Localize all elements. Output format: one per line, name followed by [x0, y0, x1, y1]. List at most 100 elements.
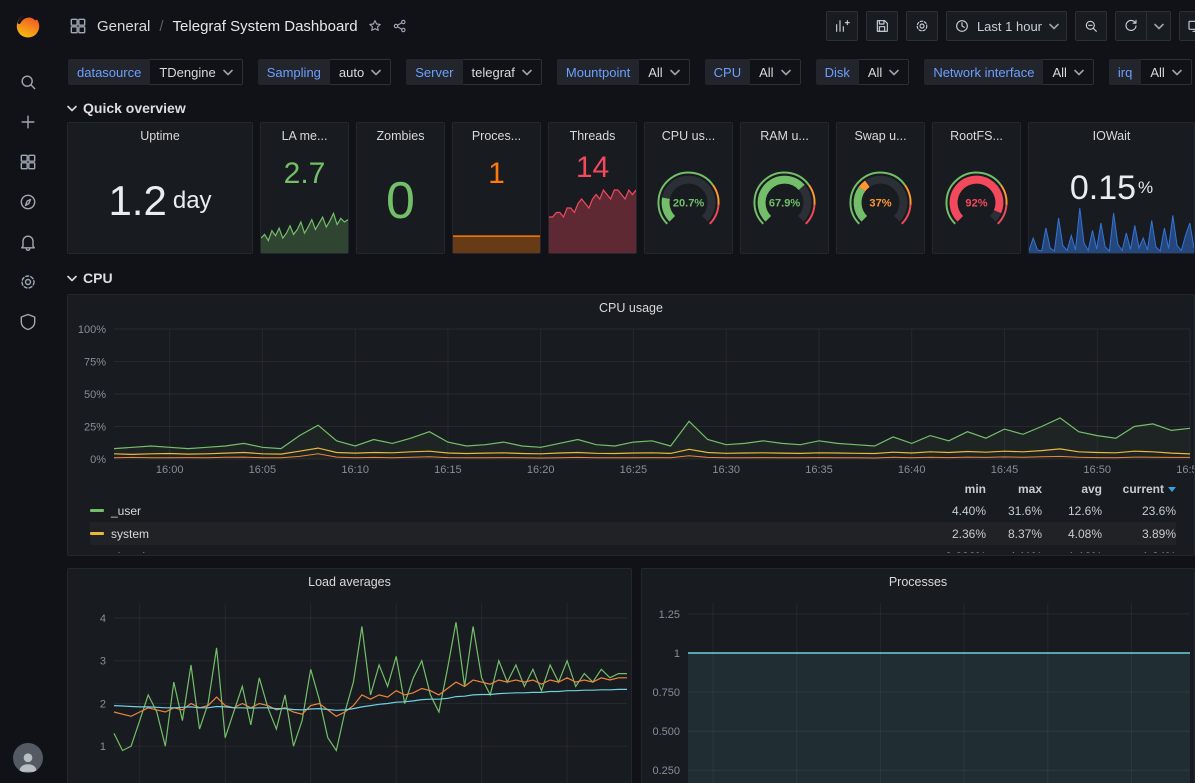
- variable-value: All: [1150, 65, 1164, 80]
- variable-value-dropdown[interactable]: All: [859, 59, 909, 85]
- dashboards-icon[interactable]: [8, 142, 48, 182]
- stat-body: 0: [357, 149, 444, 253]
- svg-text:16:10: 16:10: [341, 464, 369, 476]
- panel-title[interactable]: Uptime: [68, 123, 252, 149]
- variable-network-interface: Network interface All: [924, 59, 1094, 85]
- panel-uptime: Uptime 1.2day: [67, 122, 253, 254]
- dashboard-content: Quick overview Uptime 1.2day LA me... 2.…: [55, 94, 1195, 783]
- header-toolbar: Last 1 hour: [826, 11, 1195, 41]
- refresh-button[interactable]: [1115, 11, 1147, 41]
- processes-chart[interactable]: 0.2500.5000.75011.25: [642, 595, 1194, 783]
- variable-value-dropdown[interactable]: auto: [330, 59, 391, 85]
- add-panel-button[interactable]: [826, 11, 858, 41]
- section-quick-overview[interactable]: Quick overview: [67, 94, 1195, 122]
- refresh-interval-dropdown[interactable]: [1147, 11, 1171, 41]
- chevron-down-icon: [67, 105, 77, 112]
- processes-value: 1: [453, 157, 540, 191]
- legend-sort-avg[interactable]: avg: [1042, 482, 1102, 496]
- legend-row-iowait: _iowait 0.626% 4.11% 1.10% 1.24%: [90, 545, 1176, 553]
- series-toggle[interactable]: _user: [90, 504, 922, 518]
- chevron-down-icon: [1172, 69, 1182, 76]
- grafana-logo-icon[interactable]: [13, 10, 43, 40]
- variable-label[interactable]: irq: [1109, 59, 1141, 85]
- la-value: 2.7: [261, 157, 348, 191]
- cpu-legend: min max avg current _user 4.40% 31.6% 12…: [68, 477, 1194, 553]
- variable-value-dropdown[interactable]: All: [639, 59, 689, 85]
- variable-label[interactable]: datasource: [68, 59, 150, 85]
- svg-text:16:55: 16:55: [1176, 464, 1194, 476]
- panel-title[interactable]: Processes: [642, 569, 1194, 595]
- variable-datasource: datasource TDengine: [68, 59, 243, 85]
- variable-label[interactable]: Server: [406, 59, 462, 85]
- panel-iowait: IOWait 0.15%: [1028, 122, 1195, 254]
- variable-label[interactable]: Disk: [816, 59, 859, 85]
- time-range-picker[interactable]: Last 1 hour: [946, 11, 1067, 41]
- variable-label[interactable]: CPU: [705, 59, 750, 85]
- legend-sort-min[interactable]: min: [922, 482, 986, 496]
- variable-value: All: [868, 65, 882, 80]
- svg-text:2: 2: [100, 699, 106, 711]
- variable-label[interactable]: Mountpoint: [557, 59, 639, 85]
- svg-text:20.7%: 20.7%: [673, 198, 705, 210]
- panel-title[interactable]: IOWait: [1029, 123, 1194, 149]
- explore-compass-icon[interactable]: [8, 182, 48, 222]
- iowait-value: 0.15%: [1029, 149, 1194, 253]
- series-toggle[interactable]: system: [90, 527, 922, 541]
- panel-title[interactable]: Zombies: [357, 123, 444, 149]
- save-dashboard-button[interactable]: [866, 11, 898, 41]
- variable-value-dropdown[interactable]: TDengine: [150, 59, 242, 85]
- legend-sort-current[interactable]: current: [1102, 482, 1176, 496]
- variable-value-dropdown[interactable]: All: [750, 59, 800, 85]
- chevron-down-icon: [781, 69, 791, 76]
- stat-body: 1: [453, 149, 540, 253]
- panel-rootfs-gauge: RootFS... 92%: [932, 122, 1021, 254]
- configuration-gear-icon[interactable]: [8, 262, 48, 302]
- series-color-swatch: [90, 532, 104, 535]
- panel-title[interactable]: CPU usage: [68, 295, 1194, 321]
- series-toggle[interactable]: _iowait: [90, 550, 922, 554]
- section-cpu[interactable]: CPU: [67, 264, 1195, 292]
- panel-title[interactable]: RAM u...: [741, 123, 828, 149]
- cpu-usage-chart[interactable]: 0%25%50%75%100%16:0016:0516:1016:1516:20…: [68, 321, 1194, 477]
- time-range-label: Last 1 hour: [977, 19, 1042, 34]
- search-icon[interactable]: [8, 62, 48, 102]
- rootfs-gauge: 92%: [933, 149, 1020, 253]
- chevron-down-icon: [1154, 23, 1164, 30]
- legend-sort-max[interactable]: max: [986, 482, 1042, 496]
- variable-value-dropdown[interactable]: All: [1141, 59, 1191, 85]
- cycle-view-button[interactable]: [1179, 11, 1195, 41]
- stat-body: 1.2day: [68, 149, 252, 253]
- panel-title[interactable]: RootFS...: [933, 123, 1020, 149]
- alerting-bell-icon[interactable]: [8, 222, 48, 262]
- zoom-out-button[interactable]: [1075, 11, 1107, 41]
- svg-text:16:05: 16:05: [249, 464, 277, 476]
- stat-body: 14: [549, 149, 636, 253]
- star-icon[interactable]: [367, 18, 383, 34]
- svg-text:1.25: 1.25: [659, 609, 680, 621]
- monitor-icon: [1187, 18, 1195, 34]
- share-icon[interactable]: [392, 18, 408, 34]
- variable-label[interactable]: Sampling: [258, 59, 330, 85]
- breadcrumb-dashboard-title[interactable]: Telegraf System Dashboard: [173, 18, 358, 35]
- sidebar: [0, 0, 55, 783]
- variable-label[interactable]: Network interface: [924, 59, 1043, 85]
- dashboard-settings-button[interactable]: [906, 11, 938, 41]
- user-avatar[interactable]: [13, 743, 43, 773]
- variable-value-dropdown[interactable]: All: [1043, 59, 1093, 85]
- panel-title[interactable]: Load averages: [68, 569, 631, 595]
- load-averages-chart[interactable]: 0123416:0016:1016:2016:3016:4016:50: [68, 595, 631, 783]
- variable-disk: Disk All: [816, 59, 910, 85]
- uptime-value: 1.2day: [68, 149, 252, 253]
- ram-gauge: 67.9%: [741, 149, 828, 253]
- panel-title[interactable]: LA me...: [261, 123, 348, 149]
- panel-title[interactable]: Swap u...: [837, 123, 924, 149]
- create-plus-icon[interactable]: [8, 102, 48, 142]
- panel-title[interactable]: Proces...: [453, 123, 540, 149]
- variable-value-dropdown[interactable]: telegraf: [463, 59, 542, 85]
- panel-title[interactable]: Threads: [549, 123, 636, 149]
- add-panel-icon: [834, 18, 850, 34]
- breadcrumb-folder[interactable]: General: [97, 18, 150, 35]
- admin-shield-icon[interactable]: [8, 302, 48, 342]
- threads-value: 14: [549, 151, 636, 185]
- panel-title[interactable]: CPU us...: [645, 123, 732, 149]
